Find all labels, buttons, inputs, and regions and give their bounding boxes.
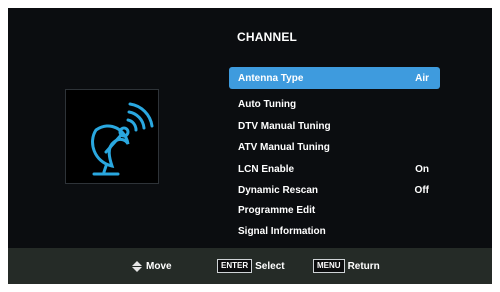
menu-item-lcn-enable[interactable]: LCN Enable On — [229, 158, 440, 180]
select-hint: ENTER Select — [217, 248, 285, 284]
channel-menu: CHANNEL Antenna Type Air Auto Tuning DTV… — [8, 8, 492, 248]
menu-item-label: Dynamic Rescan — [238, 184, 319, 196]
menu-icon-panel — [65, 89, 159, 184]
enter-key-badge: ENTER — [217, 259, 253, 273]
menu-item-atv-manual-tuning[interactable]: ATV Manual Tuning — [229, 136, 440, 158]
return-hint: MENU Return — [313, 248, 380, 284]
menu-item-auto-tuning[interactable]: Auto Tuning — [229, 93, 440, 115]
menu-item-label: Signal Information — [238, 225, 326, 237]
up-down-arrows-icon — [132, 260, 142, 272]
tv-screen: CHANNEL Antenna Type Air Auto Tuning DTV… — [8, 8, 492, 284]
menu-item-label: Antenna Type — [238, 72, 304, 84]
menu-item-dtv-manual-tuning[interactable]: DTV Manual Tuning — [229, 115, 440, 137]
menu-item-antenna-type[interactable]: Antenna Type Air — [229, 67, 440, 89]
footer-hint-bar: Move ENTER Select MENU Return — [8, 248, 492, 284]
menu-item-dynamic-rescan[interactable]: Dynamic Rescan Off — [229, 179, 440, 201]
menu-item-label: Programme Edit — [238, 204, 316, 216]
menu-key-badge: MENU — [313, 259, 345, 273]
menu-item-value: Air — [415, 72, 429, 84]
move-hint: Move — [132, 248, 172, 284]
menu-item-value: On — [415, 163, 429, 175]
menu-item-label: Auto Tuning — [238, 98, 297, 110]
menu-title: CHANNEL — [237, 30, 298, 44]
select-label: Select — [255, 260, 285, 272]
return-label: Return — [347, 260, 380, 272]
menu-item-label: ATV Manual Tuning — [238, 141, 330, 153]
menu-item-value: Off — [414, 184, 429, 196]
menu-item-label: LCN Enable — [238, 163, 295, 175]
move-label: Move — [146, 260, 172, 272]
menu-item-signal-information[interactable]: Signal Information — [229, 220, 440, 242]
menu-item-label: DTV Manual Tuning — [238, 120, 331, 132]
satellite-dish-icon — [91, 102, 154, 176]
menu-item-programme-edit[interactable]: Programme Edit — [229, 199, 440, 221]
